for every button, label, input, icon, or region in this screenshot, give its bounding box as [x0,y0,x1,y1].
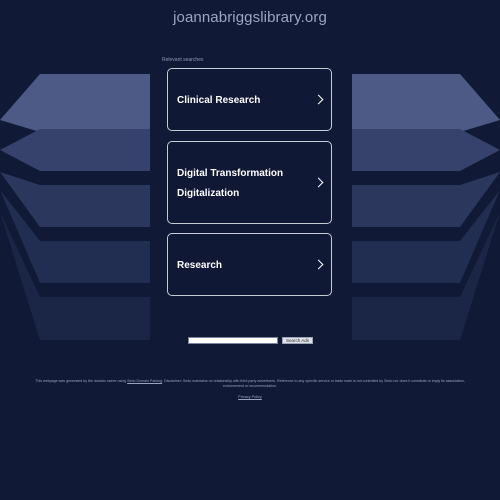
disclaimer-text: This webpage was generated by the domain… [30,379,470,389]
related-search-card-digital[interactable]: Digital Transformation Digitalization [167,141,332,224]
related-search-link[interactable]: Clinical Research [177,95,260,106]
search-ads-button[interactable]: Search Ads [282,337,313,344]
chevron-right-icon [313,94,324,105]
parked-domain-page: joannabriggslibrary.org Relevant searche… [0,0,500,500]
related-search-card-clinical-research[interactable]: Clinical Research [167,68,332,131]
chevron-right-icon [313,177,324,188]
left-fin-2 [0,129,150,171]
search-input[interactable] [188,337,278,344]
related-search-card-research[interactable]: Research [167,233,332,296]
domain-title: joannabriggslibrary.org [173,9,327,26]
chevron-right-icon [313,259,324,270]
related-search-link[interactable]: Digitalization [177,188,239,199]
privacy-policy-link[interactable]: Privacy Policy [0,395,500,399]
sedo-parking-link[interactable]: Sedo Domain Parking [127,379,162,383]
right-fin-1 [352,74,500,132]
right-fin-2 [352,129,500,171]
left-fin-1 [0,74,150,132]
related-search-link[interactable]: Digital Transformation [177,168,283,179]
disclaimer-body: . Disclaimer: Sedo maintains no relation… [162,379,465,388]
related-search-link[interactable]: Research [177,260,222,271]
related-searches-label: Relevant searches [162,57,204,63]
disclaimer-intro: This webpage was generated by the domain… [35,379,127,383]
